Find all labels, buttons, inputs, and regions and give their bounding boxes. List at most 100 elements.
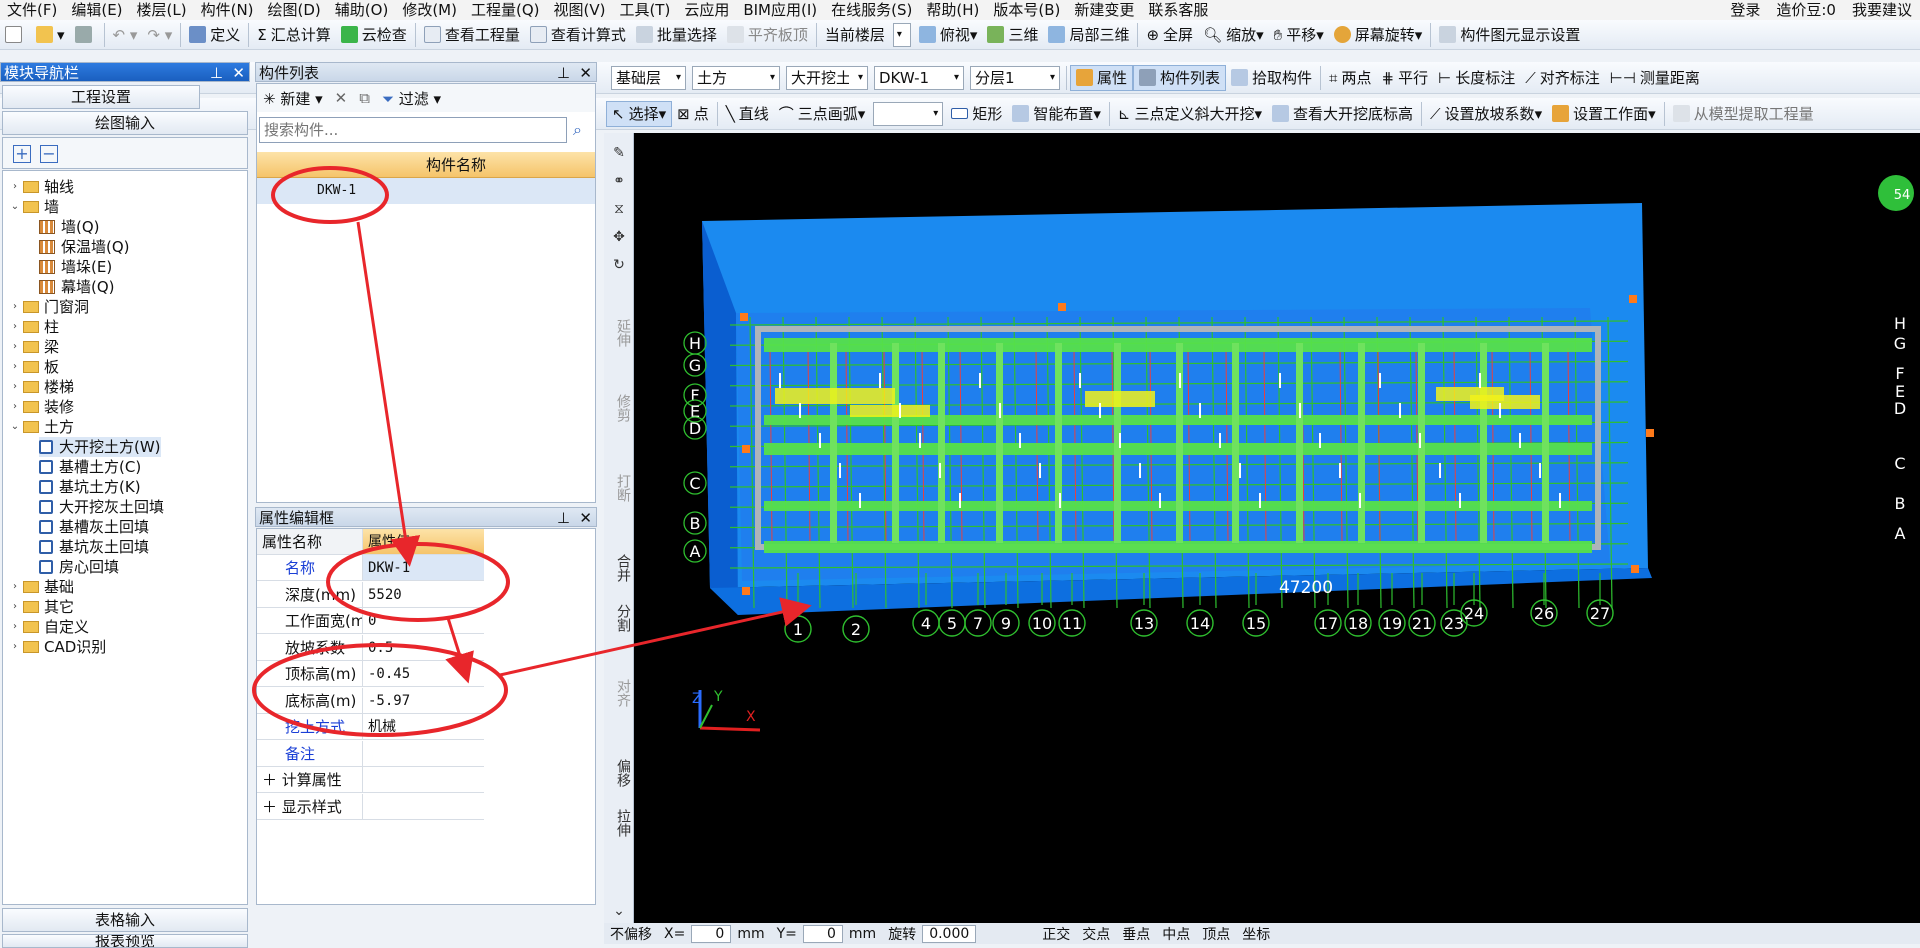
tree-item[interactable]: › 板 [9, 357, 59, 377]
table-input-button[interactable]: 表格输入 [2, 908, 248, 932]
vtool-7[interactable]: 拉伸 [607, 793, 631, 853]
status-item[interactable]: 中点 [1156, 924, 1196, 944]
expand-arrow-icon[interactable]: › [9, 177, 21, 197]
save-icon[interactable] [70, 20, 101, 49]
two-point-button[interactable]: ⌗ 两点 [1324, 62, 1376, 93]
tree-item[interactable]: › 轴线 [9, 177, 74, 197]
tree-item[interactable]: 墙(Q) [39, 217, 100, 237]
status-item[interactable]: 垂点 [1116, 924, 1156, 944]
expand-arrow-icon[interactable]: › [9, 397, 21, 417]
property-value[interactable] [363, 794, 484, 819]
component-search-input[interactable] [259, 117, 567, 143]
tree-item[interactable]: › 门窗洞 [9, 297, 89, 317]
copy-icon[interactable]: ⧉ [353, 89, 376, 107]
menu-item[interactable]: BIM应用(I) [736, 0, 824, 20]
property-value[interactable]: 机械 [363, 714, 484, 739]
property-row[interactable]: 底标高(m) -5.97 [257, 687, 484, 714]
menu-item[interactable]: 楼层(L) [130, 0, 194, 20]
tree-item[interactable]: 房心回填 [39, 557, 119, 577]
layer-combo[interactable]: 分层1 ▾ [970, 65, 1060, 90]
property-value[interactable] [363, 741, 484, 766]
pan-icon[interactable]: ✥ [607, 229, 631, 245]
pick-component-button[interactable]: 拾取构件 [1226, 62, 1317, 93]
more-tools-icon[interactable]: ⌄ [607, 903, 631, 919]
menu-item[interactable]: 新建变更 [1067, 0, 1141, 20]
zoom-button[interactable]: 🔍︎ 缩放 ▾ [1198, 20, 1269, 49]
menu-item[interactable]: 帮助(H) [919, 0, 986, 20]
delete-icon[interactable]: ✕ [329, 89, 354, 107]
view-bottom-elevation-button[interactable]: 查看大开挖底标高 [1267, 98, 1418, 129]
property-value[interactable]: -5.97 [363, 688, 484, 713]
summary-calc-button[interactable]: Σ 汇总计算 [252, 20, 336, 49]
parallel-button[interactable]: ⋕ 平行 [1377, 62, 1434, 93]
element-display-settings-button[interactable]: 构件图元显示设置 [1434, 20, 1585, 49]
tree-item[interactable]: › 梁 [9, 337, 59, 357]
tree-item[interactable]: 基槽土方(C) [39, 457, 141, 477]
property-value[interactable]: 0 [363, 608, 484, 633]
pin-icon[interactable]: ⊥ ✕ [210, 63, 245, 83]
new-file-icon[interactable] [0, 20, 31, 49]
local-3d-button[interactable]: 局部三维 [1043, 20, 1134, 49]
properties-toggle[interactable]: 属性 [1070, 64, 1134, 91]
project-settings-button[interactable]: 工程设置 [2, 85, 200, 109]
length-dimension-button[interactable]: ⊢ 长度标注 [1433, 62, 1520, 93]
new-component-button[interactable]: ✳︎ 新建 ▾ [257, 88, 329, 109]
expand-arrow-icon[interactable]: › [9, 637, 21, 657]
expand-arrow-icon[interactable]: ⌄ [9, 417, 21, 437]
menu-item[interactable]: 绘图(D) [261, 0, 328, 20]
search-icon[interactable]: ⌕ [573, 120, 582, 140]
status-item[interactable]: 坐标 [1236, 924, 1276, 944]
line-button[interactable]: ╲ 直线 [721, 98, 774, 129]
extract-from-model-button[interactable]: 从模型提取工程量 [1668, 98, 1819, 129]
tree-item[interactable]: › 自定义 [9, 617, 89, 637]
point-button[interactable]: ⊠ 点 [672, 98, 714, 129]
view-quantity-button[interactable]: 查看工程量 [419, 20, 525, 49]
tree-item[interactable]: 基坑土方(K) [39, 477, 141, 497]
three-point-arc-button[interactable]: ⌒ 三点画弧 ▾ [774, 98, 871, 129]
tree-item[interactable]: › 其它 [9, 597, 74, 617]
type-combo[interactable]: 大开挖土方▾ [786, 65, 868, 90]
menu-item[interactable]: 云应用 [677, 0, 736, 20]
mirror-icon[interactable]: ⧖ [607, 201, 631, 217]
panel-close-icon[interactable]: ⊥ ✕ [557, 63, 592, 83]
tree-item[interactable]: 大开挖土方(W) [39, 437, 161, 457]
menu-item[interactable]: 文件(F) [0, 0, 64, 20]
define-button[interactable]: 定义 [184, 20, 245, 49]
set-work-face-button[interactable]: 设置工作面 ▾ [1547, 98, 1661, 129]
vtool-2[interactable]: 打断 [607, 458, 631, 518]
status-item[interactable]: 正交 [1036, 924, 1076, 944]
property-row[interactable]: 深度(mm) 5520 [257, 581, 484, 608]
align-slab-top-button[interactable]: 平齐板顶 [722, 20, 813, 49]
align-dimension-button[interactable]: ⟋ 对齐标注 [1520, 62, 1605, 93]
tree-item[interactable]: › 装修 [9, 397, 74, 417]
menu-item[interactable]: 在线服务(S) [824, 0, 919, 20]
paint-icon[interactable]: ✎ [607, 145, 631, 161]
tree-item[interactable]: › 柱 [9, 317, 59, 337]
menu-item[interactable]: 修改(M) [395, 0, 464, 20]
3d-view-button[interactable]: 三维 [982, 20, 1043, 49]
category-combo[interactable]: 土方 ▾ [692, 65, 780, 90]
measure-distance-button[interactable]: ⊢⊣ 测量距离 [1605, 62, 1705, 93]
expand-arrow-icon[interactable]: ⌄ [9, 197, 21, 217]
tree-item[interactable]: 墙垛(E) [39, 257, 112, 277]
expand-plus-icon[interactable]: ＋ [262, 798, 282, 816]
tree-item[interactable]: 基坑灰土回填 [39, 537, 149, 557]
tree-item[interactable]: 保温墙(Q) [39, 237, 130, 257]
floor-combo[interactable]: 基础层 ▾ [611, 65, 686, 90]
property-row[interactable]: 顶标高(m) -0.45 [257, 661, 484, 687]
menu-item[interactable]: 联系客服 [1141, 0, 1215, 20]
expand-arrow-icon[interactable]: › [9, 577, 21, 597]
pan-button[interactable]: ✋︎ 平移 ▾ [1269, 20, 1329, 49]
vtool-4[interactable]: 分割 [607, 588, 631, 648]
menu-item[interactable]: 版本号(B) [986, 0, 1067, 20]
redo-icon[interactable]: ↷ ▾ [142, 20, 177, 49]
tree-item[interactable]: › 楼梯 [9, 377, 74, 397]
tree-item[interactable]: 基槽灰土回填 [39, 517, 149, 537]
expand-arrow-icon[interactable]: › [9, 297, 21, 317]
tree-item[interactable]: ⌄ 墙 [9, 197, 59, 217]
drawing-input-button[interactable]: 绘图输入 [2, 111, 248, 135]
open-file-icon[interactable]: ▾ [31, 20, 70, 49]
property-value[interactable]: DKW-1 [363, 555, 484, 580]
collapse-all-icon[interactable]: − [40, 145, 58, 163]
fullscreen-button[interactable]: ⊕ 全屏 [1141, 20, 1198, 49]
